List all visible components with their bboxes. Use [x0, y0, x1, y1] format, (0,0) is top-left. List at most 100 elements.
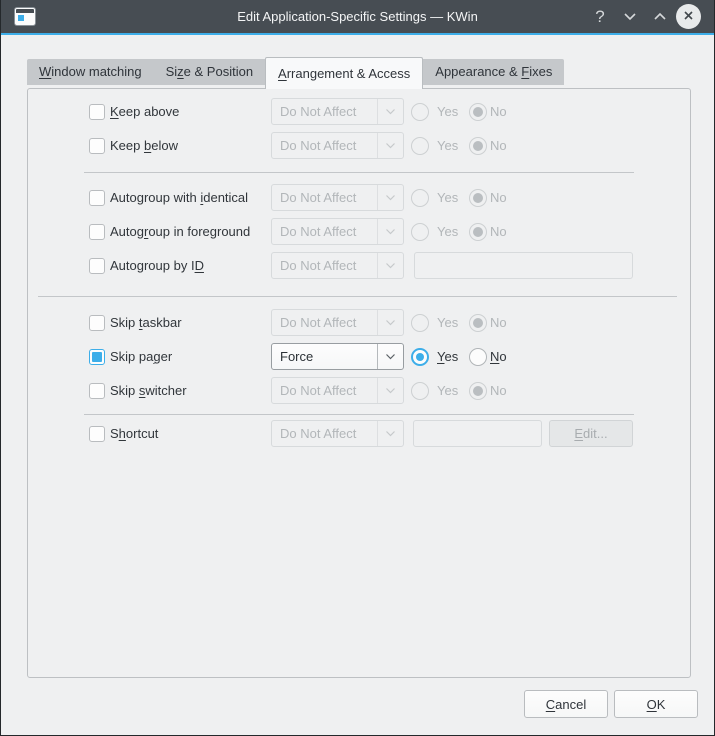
autogroup-identical-checkbox[interactable]	[89, 190, 105, 206]
maximize-button[interactable]	[647, 0, 673, 33]
skip-switcher-yes-radio	[411, 382, 429, 400]
row-skip-switcher: Skip switcher Do Not Affect Yes No	[28, 377, 690, 405]
skip-switcher-label[interactable]: Skip switcher	[110, 377, 187, 405]
shortcut-input	[413, 420, 542, 447]
skip-taskbar-yes-label: Yes	[437, 309, 458, 337]
autogroup-identical-label[interactable]: Autogroup with identical	[110, 184, 248, 212]
autogroup-foreground-no-radio	[469, 223, 487, 241]
tab-bar: Window matching Size & Position Arrangem…	[27, 57, 564, 88]
keep-above-no-radio	[469, 103, 487, 121]
skip-switcher-no-label: No	[490, 377, 507, 405]
chevron-down-icon	[377, 253, 403, 278]
skip-pager-no-label[interactable]: No	[490, 343, 507, 371]
keep-below-label[interactable]: Keep below	[110, 132, 178, 160]
shortcut-policy-dropdown: Do Not Affect	[271, 420, 404, 447]
chevron-down-icon	[377, 378, 403, 403]
autogroup-id-checkbox[interactable]	[89, 258, 105, 274]
keep-above-yes-label: Yes	[437, 98, 458, 126]
autogroup-identical-policy-dropdown: Do Not Affect	[271, 184, 404, 211]
row-keep-above: Keep above Do Not Affect Yes No	[28, 98, 690, 126]
chevron-down-icon	[377, 133, 403, 158]
row-autogroup-id: Autogroup by ID Do Not Affect	[28, 252, 690, 280]
separator	[84, 414, 634, 415]
keep-above-yes-radio	[411, 103, 429, 121]
skip-pager-label[interactable]: Skip pager	[110, 343, 172, 371]
autogroup-foreground-label[interactable]: Autogroup in foreground	[110, 218, 250, 246]
help-button[interactable]: ?	[587, 0, 613, 33]
skip-pager-policy-dropdown[interactable]: Force	[271, 343, 404, 370]
chevron-down-icon	[377, 185, 403, 210]
chevron-down-icon	[377, 219, 403, 244]
skip-pager-no-radio[interactable]	[469, 348, 487, 366]
skip-switcher-policy-dropdown: Do Not Affect	[271, 377, 404, 404]
ok-button[interactable]: OK	[614, 690, 698, 718]
keep-below-policy-dropdown: Do Not Affect	[271, 132, 404, 159]
autogroup-id-label[interactable]: Autogroup by ID	[110, 252, 204, 280]
edit-shortcut-button: Edit...	[549, 420, 633, 447]
shortcut-label[interactable]: Shortcut	[110, 420, 158, 448]
row-autogroup-foreground: Autogroup in foreground Do Not Affect Ye…	[28, 218, 690, 246]
minimize-button[interactable]	[617, 0, 643, 33]
close-button[interactable]	[676, 4, 701, 29]
kwin-settings-dialog: Edit Application-Specific Settings — KWi…	[0, 0, 715, 736]
skip-taskbar-no-label: No	[490, 309, 507, 337]
skip-switcher-no-radio	[469, 382, 487, 400]
autogroup-id-policy-dropdown: Do Not Affect	[271, 252, 404, 279]
skip-taskbar-policy-dropdown: Do Not Affect	[271, 309, 404, 336]
autogroup-foreground-yes-label: Yes	[437, 218, 458, 246]
autogroup-foreground-policy-value: Do Not Affect	[272, 224, 377, 239]
keep-above-checkbox[interactable]	[89, 104, 105, 120]
skip-pager-checkbox[interactable]	[89, 349, 105, 365]
keep-below-yes-radio	[411, 137, 429, 155]
titlebar[interactable]: Edit Application-Specific Settings — KWi…	[1, 0, 714, 35]
tab-window-matching[interactable]: Window matching	[27, 59, 154, 85]
keep-below-no-label: No	[490, 132, 507, 160]
row-skip-taskbar: Skip taskbar Do Not Affect Yes No	[28, 309, 690, 337]
autogroup-foreground-yes-radio	[411, 223, 429, 241]
keep-below-checkbox[interactable]	[89, 138, 105, 154]
shortcut-policy-value: Do Not Affect	[272, 426, 377, 441]
chevron-down-icon	[623, 9, 637, 24]
skip-taskbar-checkbox[interactable]	[89, 315, 105, 331]
skip-pager-policy-value: Force	[272, 349, 377, 364]
tab-size-position[interactable]: Size & Position	[154, 59, 265, 85]
autogroup-identical-no-radio	[469, 189, 487, 207]
chevron-up-icon	[653, 9, 667, 24]
keep-above-policy-value: Do Not Affect	[272, 104, 377, 119]
keep-above-label[interactable]: Keep above	[110, 98, 179, 126]
chevron-down-icon	[377, 344, 403, 369]
chevron-down-icon	[377, 310, 403, 335]
cancel-button[interactable]: Cancel	[524, 690, 608, 718]
skip-pager-yes-radio[interactable]	[411, 348, 429, 366]
row-keep-below: Keep below Do Not Affect Yes No	[28, 132, 690, 160]
keep-above-policy-dropdown: Do Not Affect	[271, 98, 404, 125]
chevron-down-icon	[377, 421, 403, 446]
tab-arrangement-access[interactable]: Arrangement & Access	[265, 57, 423, 89]
keep-below-no-radio	[469, 137, 487, 155]
autogroup-id-input	[414, 252, 633, 279]
skip-switcher-checkbox[interactable]	[89, 383, 105, 399]
skip-taskbar-yes-radio	[411, 314, 429, 332]
skip-taskbar-no-radio	[469, 314, 487, 332]
skip-switcher-yes-label: Yes	[437, 377, 458, 405]
autogroup-identical-no-label: No	[490, 184, 507, 212]
separator	[38, 296, 677, 297]
tab-appearance-fixes[interactable]: Appearance & Fixes	[423, 59, 564, 85]
autogroup-foreground-no-label: No	[490, 218, 507, 246]
skip-pager-yes-label[interactable]: Yes	[437, 343, 458, 371]
keep-above-no-label: No	[490, 98, 507, 126]
autogroup-identical-policy-value: Do Not Affect	[272, 190, 377, 205]
row-skip-pager: Skip pager Force Yes No	[28, 343, 690, 371]
autogroup-foreground-checkbox[interactable]	[89, 224, 105, 240]
autogroup-identical-yes-radio	[411, 189, 429, 207]
close-icon	[683, 9, 694, 24]
skip-taskbar-label[interactable]: Skip taskbar	[110, 309, 182, 337]
autogroup-id-policy-value: Do Not Affect	[272, 258, 377, 273]
separator	[84, 172, 634, 173]
shortcut-checkbox[interactable]	[89, 426, 105, 442]
keep-below-policy-value: Do Not Affect	[272, 138, 377, 153]
arrangement-access-pane: Keep above Do Not Affect Yes No Keep bel…	[27, 88, 691, 678]
autogroup-identical-yes-label: Yes	[437, 184, 458, 212]
row-shortcut: Shortcut Do Not Affect Edit...	[28, 420, 690, 448]
keep-below-yes-label: Yes	[437, 132, 458, 160]
